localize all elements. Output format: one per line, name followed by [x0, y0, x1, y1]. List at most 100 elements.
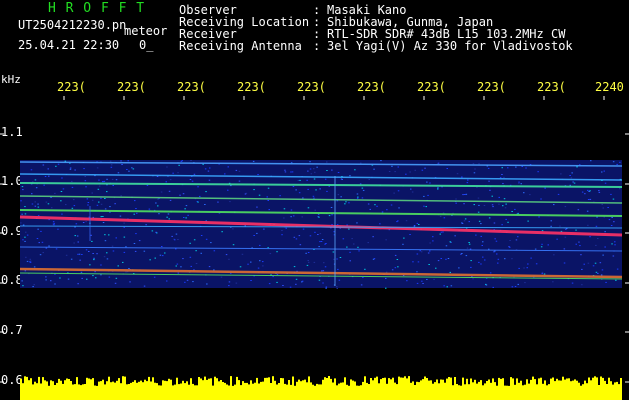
level-bar	[396, 384, 398, 400]
noise-dot	[282, 285, 284, 286]
level-bar	[472, 382, 474, 400]
noise-dot	[39, 254, 42, 256]
noise-dot	[564, 206, 567, 208]
noise-dot	[106, 252, 108, 254]
level-bar	[392, 377, 394, 400]
noise-dot	[84, 180, 87, 182]
noise-dot	[504, 207, 507, 209]
noise-dot	[47, 203, 50, 205]
noise-dot	[501, 224, 503, 226]
level-bar	[402, 377, 404, 400]
noise-dot	[598, 190, 600, 192]
noise-dot	[34, 205, 37, 207]
level-bar	[452, 385, 454, 400]
noise-dot	[523, 192, 525, 194]
noise-dot	[325, 287, 327, 289]
level-bar	[34, 381, 36, 400]
noise-dot	[581, 191, 584, 193]
level-bar	[342, 382, 344, 400]
noise-dot	[412, 261, 414, 263]
level-bar	[334, 378, 336, 400]
level-bar	[542, 383, 544, 400]
noise-dot	[581, 284, 583, 286]
noise-dot	[257, 174, 259, 175]
noise-dot	[611, 243, 613, 245]
noise-dot	[502, 205, 504, 207]
noise-dot	[517, 236, 519, 238]
noise-dot	[465, 193, 468, 195]
noise-dot	[344, 203, 346, 205]
level-bar	[92, 378, 94, 400]
level-bar	[462, 377, 464, 400]
noise-dot	[209, 167, 211, 169]
noise-dot	[20, 200, 22, 202]
noise-dot	[37, 228, 39, 230]
noise-dot	[31, 203, 34, 205]
level-bar	[82, 384, 84, 400]
noise-dot	[587, 189, 589, 191]
level-bar	[202, 380, 204, 400]
noise-dot	[21, 213, 23, 215]
noise-dot	[427, 194, 429, 196]
noise-dot	[480, 263, 482, 265]
level-bar	[422, 379, 424, 400]
level-bar	[164, 380, 166, 400]
level-bar	[544, 380, 546, 400]
noise-dot	[189, 179, 192, 180]
noise-dot	[133, 243, 136, 244]
level-bar	[210, 378, 212, 400]
noise-dot	[295, 278, 298, 280]
noise-dot	[349, 260, 351, 262]
level-bar	[504, 385, 506, 400]
level-bar	[494, 382, 496, 400]
noise-dot	[92, 253, 94, 254]
noise-dot	[208, 179, 211, 181]
noise-dot	[85, 221, 87, 223]
noise-dot	[210, 242, 212, 244]
noise-dot	[368, 179, 370, 180]
level-bar	[604, 380, 606, 400]
noise-dot	[100, 203, 103, 205]
noise-dot	[189, 256, 192, 258]
noise-dot	[154, 257, 156, 259]
noise-dot	[482, 241, 484, 243]
noise-dot	[128, 170, 130, 172]
noise-dot	[81, 277, 83, 279]
noise-dot	[263, 228, 265, 230]
noise-dot	[464, 194, 466, 195]
noise-dot	[52, 221, 55, 223]
noise-dot	[179, 194, 181, 196]
noise-dot	[367, 242, 369, 244]
noise-dot	[429, 250, 431, 252]
noise-dot	[538, 216, 540, 218]
level-bar	[272, 376, 274, 400]
noise-dot	[134, 250, 137, 252]
noise-dot	[180, 266, 182, 268]
noise-dot	[134, 200, 136, 202]
level-bar	[280, 378, 282, 400]
noise-dot	[358, 250, 360, 252]
noise-dot	[505, 203, 507, 205]
noise-dot	[157, 198, 159, 200]
level-bar	[90, 379, 92, 400]
noise-dot	[503, 176, 505, 178]
level-bar	[70, 381, 72, 400]
noise-dot	[410, 188, 412, 190]
noise-dot	[503, 198, 506, 200]
noise-dot	[100, 197, 102, 199]
noise-dot	[541, 271, 544, 273]
noise-dot	[279, 195, 281, 197]
noise-dot	[110, 166, 113, 168]
noise-dot	[123, 236, 126, 238]
noise-dot	[342, 238, 345, 240]
level-bar	[88, 378, 90, 400]
noise-dot	[69, 167, 72, 169]
noise-dot	[51, 207, 53, 209]
level-bar	[234, 384, 236, 400]
noise-dot	[581, 268, 583, 270]
noise-dot	[493, 222, 496, 224]
noise-dot	[239, 266, 242, 268]
level-bar	[62, 383, 64, 400]
noise-dot	[45, 247, 48, 249]
noise-dot	[446, 168, 448, 169]
